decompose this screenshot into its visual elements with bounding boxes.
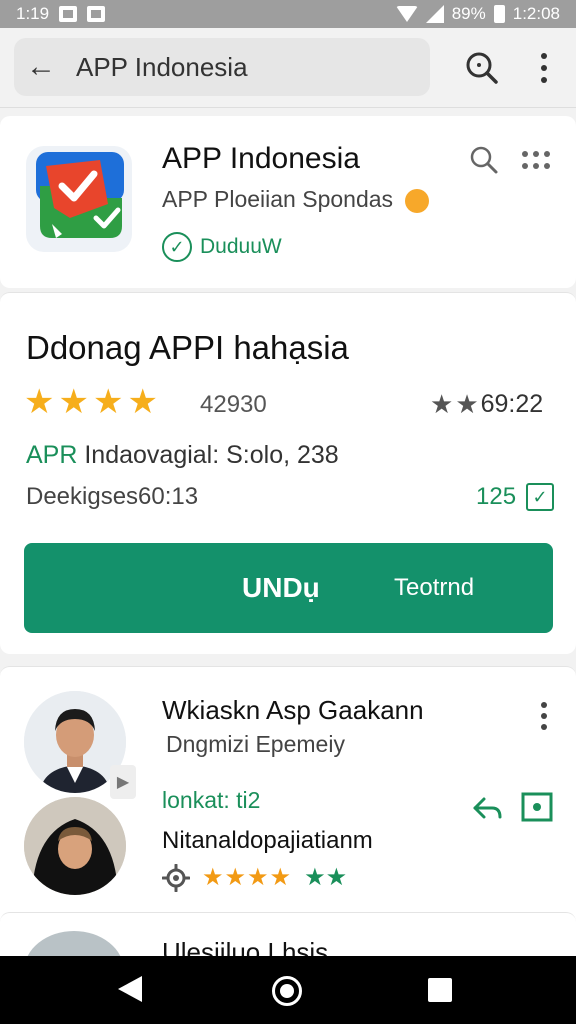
install-button[interactable]: UNDụ Teotrnd xyxy=(24,543,553,633)
app-logo-icon[interactable] xyxy=(26,146,132,252)
verified-label: DuduuW xyxy=(200,235,282,258)
app-subtitle-text: APP Ploeiian Spondas xyxy=(162,186,394,212)
reviewer-name: Wkiaskn Asp Gaakann xyxy=(162,695,424,725)
details-title: Ddonag APPI hahạsia xyxy=(26,329,349,366)
verified-badge: ✓ DuduuW xyxy=(162,232,282,262)
back-arrow-icon[interactable]: ← xyxy=(26,50,62,84)
rating-count: 42930 xyxy=(200,391,267,418)
star-icon: ★ xyxy=(24,383,55,421)
download-count: 125 ✓ xyxy=(476,483,555,511)
app-name: APP Indonesia xyxy=(162,142,360,175)
orange-stars: ★★★★ xyxy=(202,864,293,891)
review-rating-row: ★★★★ ★★ xyxy=(162,863,347,892)
rating-summary-value: 69:22 xyxy=(480,390,544,418)
reviewer-subtitle: Dngmizi Epemeiy xyxy=(166,731,345,757)
search-icon[interactable] xyxy=(468,144,500,176)
search-input[interactable]: ← APP Indonesia xyxy=(14,38,430,96)
star-rating: ★ ★ ★ ★ xyxy=(24,385,158,419)
check-circle-icon: ✓ xyxy=(162,232,192,262)
review-status: lonkat: ti2 xyxy=(162,787,261,813)
reviewer-name-secondary: Nitanaldopajiatianm xyxy=(162,827,373,854)
app-header-card: APP Indonesia APP Ploeiian Spondas ✓ Dud… xyxy=(0,116,576,288)
install-button-secondary-label: Teotrnd xyxy=(394,574,475,601)
search-query[interactable]: APP Indonesia xyxy=(76,52,248,83)
downloads-label: Deekigses60:13 xyxy=(26,483,199,510)
search-toolbar: ← APP Indonesia xyxy=(0,28,576,108)
system-nav-bar xyxy=(0,956,576,1024)
notification-icon xyxy=(59,6,78,22)
info-prefix: APR xyxy=(26,441,78,469)
gear-icon[interactable] xyxy=(162,863,190,892)
download-count-value: 125 xyxy=(476,483,517,510)
info-line: APR Indaovagial: S:olo, 238 xyxy=(26,441,339,470)
star-icon: ★ xyxy=(58,383,89,421)
nav-home-icon[interactable] xyxy=(272,976,302,1006)
more-vert-icon[interactable] xyxy=(532,699,556,733)
nav-recents-icon[interactable] xyxy=(428,978,452,1002)
notification-icon-2 xyxy=(87,6,106,22)
status-time-right: 1:2:08 xyxy=(512,4,560,23)
app-details-card: Ddonag APPI hahạsia ★ ★ ★ ★ 42930 ★ ★ 69… xyxy=(0,292,576,654)
more-vert-icon[interactable] xyxy=(532,50,556,86)
signal-icon xyxy=(425,5,444,23)
install-button-label: UNDụ xyxy=(242,572,320,603)
rating-summary: ★ ★ 69:22 xyxy=(430,389,543,420)
status-bar: 1:19 89% 1:2:08 xyxy=(0,0,576,28)
avatar[interactable] xyxy=(24,797,126,895)
checkbox-icon[interactable]: ✓ xyxy=(526,483,555,511)
star-icon: ★ xyxy=(127,383,158,421)
wifi-icon xyxy=(395,6,418,22)
play-icon[interactable]: ▶ xyxy=(110,765,136,799)
star-outline-icon: ★ xyxy=(455,389,479,419)
green-stars: ★★ xyxy=(304,864,348,891)
star-icon: ★ xyxy=(92,383,124,421)
info-text: Indaovagial: S:olo, 238 xyxy=(77,441,339,469)
emoji-icon xyxy=(405,188,430,213)
battery-percent: 89% xyxy=(451,4,486,23)
search-icon[interactable] xyxy=(462,48,502,88)
star-outline-icon: ★ xyxy=(430,389,454,419)
focus-frame-icon[interactable] xyxy=(520,791,554,823)
app-subtitle: APP Ploeiian Spondas xyxy=(162,186,430,213)
dots-grid-icon[interactable] xyxy=(520,146,552,176)
reply-icon[interactable] xyxy=(470,791,504,825)
nav-back-icon[interactable] xyxy=(118,976,142,1002)
battery-icon xyxy=(493,5,505,23)
status-time-left: 1:19 xyxy=(16,4,50,23)
